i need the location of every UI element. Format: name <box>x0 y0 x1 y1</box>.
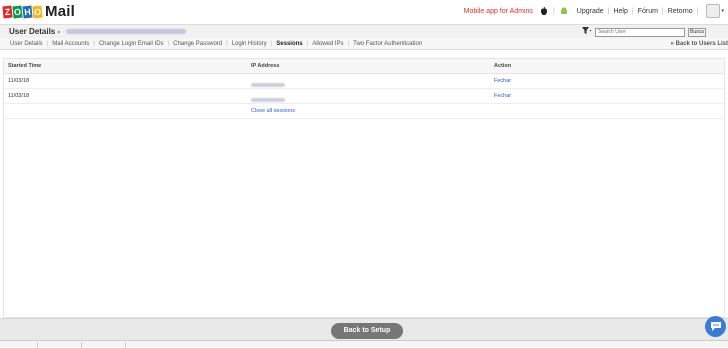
tab-allowed-ips[interactable]: Allowed IPs <box>312 41 343 47</box>
forum-link[interactable]: Fórum <box>638 8 658 15</box>
bottom-tab[interactable] <box>44 342 82 348</box>
column-ip-address: IP Address <box>251 63 280 69</box>
footer-bar: Back to Setup <box>0 318 728 340</box>
top-links: Mobile app for Admins | Upgrade | Help |… <box>464 4 724 18</box>
divider: | <box>552 7 555 15</box>
started-time-cell: 11/03/18 <box>8 78 30 84</box>
search-user-input[interactable] <box>595 27 685 37</box>
search-button[interactable]: Busca <box>688 27 706 37</box>
apple-icon[interactable] <box>539 5 549 17</box>
tab-divider: | <box>270 41 273 47</box>
tab-divider: | <box>46 41 49 47</box>
bottom-tab[interactable] <box>88 342 126 348</box>
close-session-link[interactable]: Fechar <box>494 78 511 84</box>
table-row: 11/03/18 Fechar <box>4 74 724 89</box>
table-header: Started Time IP Address Action <box>4 59 724 74</box>
divider: | <box>661 7 664 15</box>
chat-support-icon[interactable] <box>705 316 726 337</box>
mobile-app-promo-link[interactable]: Mobile app for Admins <box>464 8 533 15</box>
help-link[interactable]: Help <box>613 8 627 15</box>
tab-login-history[interactable]: Login History <box>232 41 267 47</box>
table-row: 11/03/18 Fechar <box>4 89 724 104</box>
tab-divider: | <box>93 41 95 47</box>
logo-letter-o2: O <box>32 5 43 18</box>
divider: | <box>607 7 610 15</box>
back-to-setup-button[interactable]: Back to Setup <box>331 323 403 339</box>
tab-user-details[interactable]: User Details <box>10 41 43 47</box>
android-icon[interactable] <box>559 5 569 17</box>
tab-sessions[interactable]: Sessions <box>276 41 302 47</box>
close-all-sessions-link[interactable]: Close all sessions <box>251 108 295 114</box>
tab-divider: | <box>226 41 228 47</box>
tab-bar: User Details | Mail Accounts | Change Lo… <box>10 41 422 47</box>
bottom-strip <box>0 340 728 348</box>
column-action: Action <box>494 63 512 69</box>
back-to-users-list-link[interactable]: « Back to Users List <box>671 41 728 47</box>
redacted-ip <box>251 98 285 102</box>
upgrade-link[interactable]: Upgrade <box>577 8 604 15</box>
tabs-row: User Details | Mail Accounts | Change Lo… <box>0 38 728 50</box>
divider: | <box>696 7 699 15</box>
chevron-down-icon[interactable]: ▾ <box>721 8 724 14</box>
page-title-text: User Details - <box>9 27 63 36</box>
avatar[interactable] <box>706 4 721 18</box>
tab-change-login-email-ids[interactable]: Change Login Email IDs <box>99 41 164 47</box>
zoho-mail-logo[interactable]: Z O H O Mail <box>2 3 75 20</box>
tab-divider: | <box>306 41 309 47</box>
filter-icon[interactable] <box>582 27 592 37</box>
page-header: User Details - Busca <box>0 24 728 38</box>
redacted-email <box>66 29 187 35</box>
top-bar: Z O H O Mail Mobile app for Admins | Upg… <box>0 0 728 24</box>
tab-two-factor-authentication[interactable]: Two Factor Authentication <box>353 41 422 47</box>
product-name: Mail <box>45 3 75 20</box>
tab-change-password[interactable]: Change Password <box>173 41 222 47</box>
divider: | <box>631 7 634 15</box>
feedback-link[interactable]: Retorno <box>668 8 693 15</box>
tab-mail-accounts[interactable]: Mail Accounts <box>52 41 89 47</box>
logo-letter-h: H <box>22 5 33 18</box>
logo-letter-o: O <box>12 5 23 18</box>
tab-divider: | <box>167 41 170 47</box>
sessions-table: Started Time IP Address Action 11/03/18 … <box>3 58 725 318</box>
redacted-ip <box>251 83 285 87</box>
page-title: User Details - <box>9 27 187 36</box>
close-session-link[interactable]: Fechar <box>494 93 511 99</box>
user-search: Busca <box>582 27 706 37</box>
bottom-tab[interactable] <box>0 342 38 348</box>
tab-divider: | <box>347 41 350 47</box>
logo-letter-z: Z <box>2 5 13 18</box>
column-started-time: Started Time <box>8 63 42 69</box>
table-row: Close all sessions <box>4 104 724 119</box>
started-time-cell: 11/03/18 <box>8 93 30 99</box>
